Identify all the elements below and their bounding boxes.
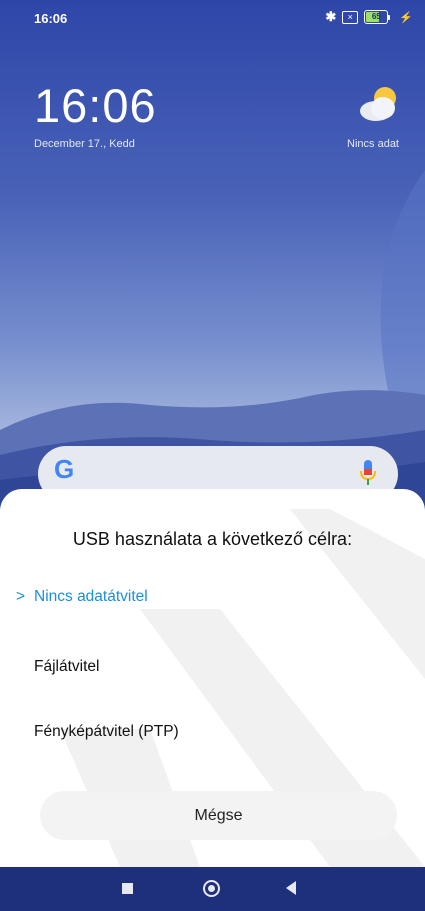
lock-clock: 16:06 <box>34 79 157 132</box>
option-label: Nincs adatátvitel <box>34 588 148 605</box>
option-label: Fájlátvitel <box>34 658 100 675</box>
charging-bolt-icon: ⚡ <box>399 11 413 24</box>
option-photo-transfer-ptp[interactable]: Fényképátvitel (PTP) <box>34 723 179 741</box>
dialog-title: USB használata a következő célra: <box>72 529 353 549</box>
option-file-transfer[interactable]: Fájlátvitel <box>34 658 99 676</box>
cancel-button[interactable]: Mégse <box>40 791 397 840</box>
navigation-bar <box>0 867 425 911</box>
status-icons: ✱ × 65 ⚡ <box>325 9 413 25</box>
status-time: 16:06 <box>34 11 68 26</box>
no-sim-icon: × <box>342 10 359 24</box>
battery-level: 65 <box>371 12 381 21</box>
triangle-back-icon[interactable] <box>286 881 296 895</box>
usb-dialog: USB használata a következő célra: > Ninc… <box>0 489 425 867</box>
partly-cloudy-icon <box>360 87 396 121</box>
battery-icon: 65 <box>364 10 391 24</box>
option-no-data-transfer[interactable]: > Nincs adatátvitel <box>16 588 148 606</box>
square-recents-icon[interactable] <box>122 883 133 894</box>
weather-label: Nincs adat <box>347 138 399 150</box>
status-bar: 16:06 ✱ × 65 ⚡ <box>0 0 425 36</box>
circle-home-icon[interactable] <box>203 880 220 897</box>
mic-icon[interactable] <box>360 460 376 486</box>
lock-date: December 17., Kedd <box>34 138 135 150</box>
bluetooth-icon: ✱ <box>325 9 337 24</box>
chevron-right-icon: > <box>16 588 26 605</box>
option-label: Fényképátvitel (PTP) <box>34 723 179 740</box>
google-logo: G <box>54 454 75 484</box>
